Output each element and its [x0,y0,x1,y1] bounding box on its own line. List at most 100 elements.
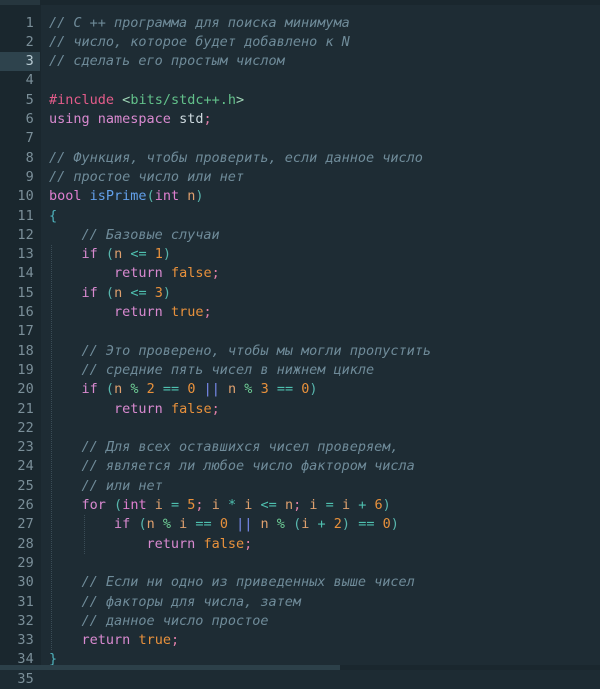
code-line[interactable]: 17 [0,322,600,341]
code-line-content[interactable]: // сделать его простым числом [49,52,285,71]
line-number[interactable]: 10 [0,187,34,206]
line-number[interactable]: 26 [0,496,34,515]
code-line-content[interactable]: return false; [49,264,220,283]
code-line-content[interactable]: // C ++ программа для поиска минимума [49,14,350,33]
code-line-content[interactable]: // Если ни одно из приведенных выше чисе… [49,573,415,592]
code-line[interactable]: 33 return true; [0,631,600,650]
line-number[interactable]: 13 [0,245,34,264]
line-number[interactable]: 19 [0,361,34,380]
code-line[interactable]: 7 [0,129,600,148]
line-number[interactable]: 8 [0,149,34,168]
line-number[interactable]: 9 [0,168,34,187]
line-number[interactable]: 12 [0,226,34,245]
code-line-content[interactable]: if (n <= 3) [49,284,172,303]
code-line[interactable]: 31 // факторы для числа, затем [0,593,600,612]
code-line[interactable]: 8 // Функция, чтобы проверить, если данно… [0,149,600,168]
code-line[interactable]: 25 // или нет [0,477,600,496]
code-line-content[interactable]: { [49,207,57,226]
code-line-content[interactable]: // Для всех оставшихся чисел проверяем, [49,438,399,457]
code-line-content[interactable]: if (n <= 1) [49,245,172,264]
line-number[interactable]: 25 [0,477,34,496]
code-line-content[interactable]: return false; [49,400,220,419]
code-line[interactable]: 28 return false; [0,535,600,554]
code-line[interactable]: 2 // число, которое будет добавлено к N [0,33,600,52]
code-line-content[interactable]: // число, которое будет добавлено к N [49,33,350,52]
code-line-content[interactable]: return false; [49,535,253,554]
code-line[interactable]: 27 if (n % i == 0 || n % (i + 2) == 0) [0,515,600,534]
code-line[interactable]: 26 for (int i = 5; i * i <= n; i = i + 6… [0,496,600,515]
code-line-content[interactable]: return true; [49,303,212,322]
line-number[interactable]: 4 [0,71,34,90]
line-number[interactable]: 28 [0,535,34,554]
code-line-content[interactable]: using namespace std; [49,110,212,129]
code-line-content[interactable]: // данное число простое [49,612,269,631]
line-number[interactable]: 18 [0,342,34,361]
code-line[interactable]: 16 return true; [0,303,600,322]
code-line[interactable]: 30 // Если ни одно из приведенных выше ч… [0,573,600,592]
code-line-content[interactable]: // или нет [49,477,163,496]
code-line-content[interactable]: // простое число или нет [49,168,244,187]
line-number[interactable]: 30 [0,573,34,592]
code-line[interactable]: 3 // сделать его простым числом [0,52,600,72]
line-number[interactable]: 24 [0,457,34,476]
code-line[interactable]: 19 // средние пять чисел в нижнем цикле [0,361,600,380]
code-line[interactable]: 24 // является ли любое число фактором ч… [0,457,600,476]
line-number[interactable]: 29 [0,554,34,573]
code-line[interactable]: 32 // данное число простое [0,612,600,631]
line-number[interactable]: 17 [0,322,34,341]
line-number[interactable]: 1 [0,14,34,33]
code-line[interactable]: 4 [0,71,600,90]
code-line[interactable]: 6 using namespace std; [0,110,600,129]
code-surface[interactable]: 1 // C ++ программа для поиска минимума 2 /… [0,5,600,687]
code-line-content[interactable]: // Это проверено, чтобы мы могли пропуст… [49,342,432,361]
code-line[interactable]: 29 [0,554,600,573]
code-line-content[interactable]: bool isPrime(int n) [49,187,204,206]
code-line[interactable]: 14 return false; [0,264,600,283]
line-number[interactable]: 11 [0,207,34,226]
line-number[interactable]: 7 [0,129,34,148]
code-line[interactable]: 35 [0,670,600,689]
code-line[interactable]: 10 bool isPrime(int n) [0,187,600,206]
line-number[interactable]: 15 [0,284,34,303]
code-line-content[interactable]: #include <bits/stdc++.h> [49,91,244,110]
horizontal-scrollbar-track[interactable] [0,665,600,670]
code-line-content[interactable]: // факторы для числа, затем [49,593,301,612]
code-line[interactable]: 11 { [0,207,600,226]
line-number[interactable]: 14 [0,264,34,283]
line-number[interactable]: 32 [0,612,34,631]
line-number[interactable]: 21 [0,400,34,419]
code-line-content[interactable]: if (n % 2 == 0 || n % 3 == 0) [49,380,318,399]
code-line[interactable]: 21 return false; [0,400,600,419]
code-line-content[interactable]: // средние пять чисел в нижнем цикле [49,361,375,380]
code-line[interactable]: 15 if (n <= 3) [0,284,600,303]
code-line-content[interactable]: return true; [49,631,180,650]
line-number[interactable]: 27 [0,515,34,534]
horizontal-scrollbar-thumb[interactable] [0,665,340,670]
code-line[interactable]: 13 if (n <= 1) [0,245,600,264]
code-line-content[interactable]: // является ли любое число фактором числ… [49,457,415,476]
code-line-content[interactable]: for (int i = 5; i * i <= n; i = i + 6) [49,496,391,515]
line-number[interactable]: 3 [0,52,34,71]
line-number[interactable]: 6 [0,110,34,129]
line-number[interactable]: 22 [0,419,34,438]
code-line[interactable]: 20 if (n % 2 == 0 || n % 3 == 0) [0,380,600,399]
line-number[interactable]: 16 [0,303,34,322]
line-number[interactable]: 2 [0,33,34,52]
code-line-content[interactable]: if (n % i == 0 || n % (i + 2) == 0) [49,515,399,534]
line-number[interactable]: 23 [0,438,34,457]
code-line-content[interactable]: // Функция, чтобы проверить, если данное… [49,149,423,168]
code-line[interactable]: 18 // Это проверено, чтобы мы могли проп… [0,342,600,361]
line-number[interactable]: 5 [0,91,34,110]
code-line[interactable]: 5 #include <bits/stdc++.h> [0,91,600,110]
code-line[interactable]: 23 // Для всех оставшихся чисел проверяе… [0,438,600,457]
line-number[interactable]: 35 [0,670,34,689]
line-number[interactable]: 33 [0,631,34,650]
code-line[interactable]: 9 // простое число или нет [0,168,600,187]
code-line-content[interactable]: // Базовые случаи [49,226,220,245]
code-line[interactable]: 22 [0,419,600,438]
code-editor[interactable]: 1 // C ++ программа для поиска минимума 2 /… [0,0,600,687]
code-line[interactable]: 12 // Базовые случаи [0,226,600,245]
line-number[interactable]: 31 [0,593,34,612]
line-number[interactable]: 20 [0,380,34,399]
code-line[interactable]: 1 // C ++ программа для поиска минимума [0,14,600,33]
